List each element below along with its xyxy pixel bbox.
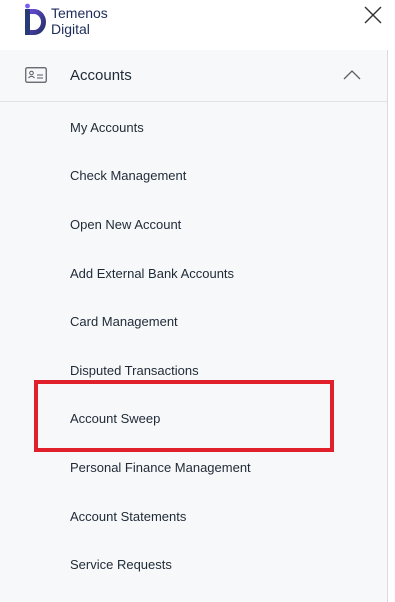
menu-item-service-requests[interactable]: Service Requests — [70, 557, 172, 573]
close-icon[interactable] — [362, 4, 384, 26]
header: Temenos Digital — [0, 0, 395, 50]
menu-item-check-management[interactable]: Check Management — [70, 168, 186, 184]
menu-item-card-management[interactable]: Card Management — [70, 314, 178, 330]
menu-item-add-external-bank-accounts[interactable]: Add External Bank Accounts — [70, 266, 234, 282]
temenos-logo: Temenos Digital — [24, 3, 114, 43]
menu-item-open-new-account[interactable]: Open New Account — [70, 217, 181, 233]
account-card-icon — [25, 67, 47, 83]
chevron-up-icon[interactable] — [343, 70, 361, 80]
logo-wordmark: Temenos Digital — [51, 5, 108, 37]
logo-line-1: Temenos — [51, 5, 108, 21]
accounts-section-label: Accounts — [70, 67, 132, 84]
temenos-logo-icon — [25, 3, 46, 35]
menu-item-my-accounts[interactable]: My Accounts — [70, 120, 144, 136]
menu-item-account-sweep[interactable]: Account Sweep — [70, 411, 160, 427]
accounts-section-header[interactable]: Accounts — [0, 50, 387, 102]
app-frame: Temenos Digital Accounts My Accounts Che… — [0, 0, 395, 602]
logo-line-2: Digital — [51, 21, 90, 37]
menu-item-account-statements[interactable]: Account Statements — [70, 509, 186, 525]
side-menu-panel: Accounts My Accounts Check Management Op… — [0, 50, 387, 602]
menu-item-personal-finance-management[interactable]: Personal Finance Management — [70, 460, 251, 476]
scrollbar-track[interactable] — [387, 50, 388, 602]
menu-item-disputed-transactions[interactable]: Disputed Transactions — [70, 363, 199, 379]
